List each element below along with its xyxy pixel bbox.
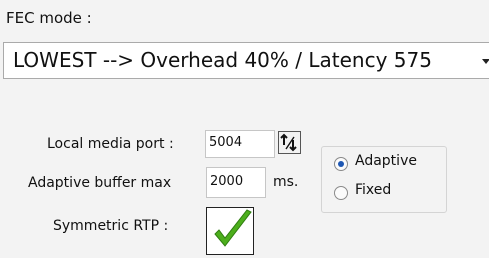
local-media-port-label: Local media port : [47,136,174,152]
buffer-unit-label: ms. [273,174,299,190]
up-down-spinner-icon[interactable] [278,131,301,154]
fec-mode-label: FEC mode : [6,9,92,27]
fixed-radio-label[interactable]: Fixed [355,182,391,198]
adaptive-radio-button[interactable] [334,157,348,171]
chevron-down-icon[interactable] [482,59,489,64]
buffer-mode-radio-group: Adaptive Fixed [321,146,447,213]
fec-mode-selected-value: LOWEST --> Overhead 40% / Latency 575 [13,48,432,72]
adaptive-radio-label[interactable]: Adaptive [355,153,417,169]
symmetric-rtp-checkbox[interactable] [206,207,254,255]
fec-mode-select[interactable]: LOWEST --> Overhead 40% / Latency 575 [3,42,489,79]
local-media-port-input[interactable]: 5004 [205,130,275,158]
adaptive-buffer-max-label: Adaptive buffer max [28,175,172,191]
adaptive-buffer-max-input[interactable]: 2000 [206,167,266,198]
fixed-radio-button[interactable] [334,186,348,200]
symmetric-rtp-label: Symmetric RTP : [53,218,169,234]
green-checkmark-icon [214,209,252,247]
